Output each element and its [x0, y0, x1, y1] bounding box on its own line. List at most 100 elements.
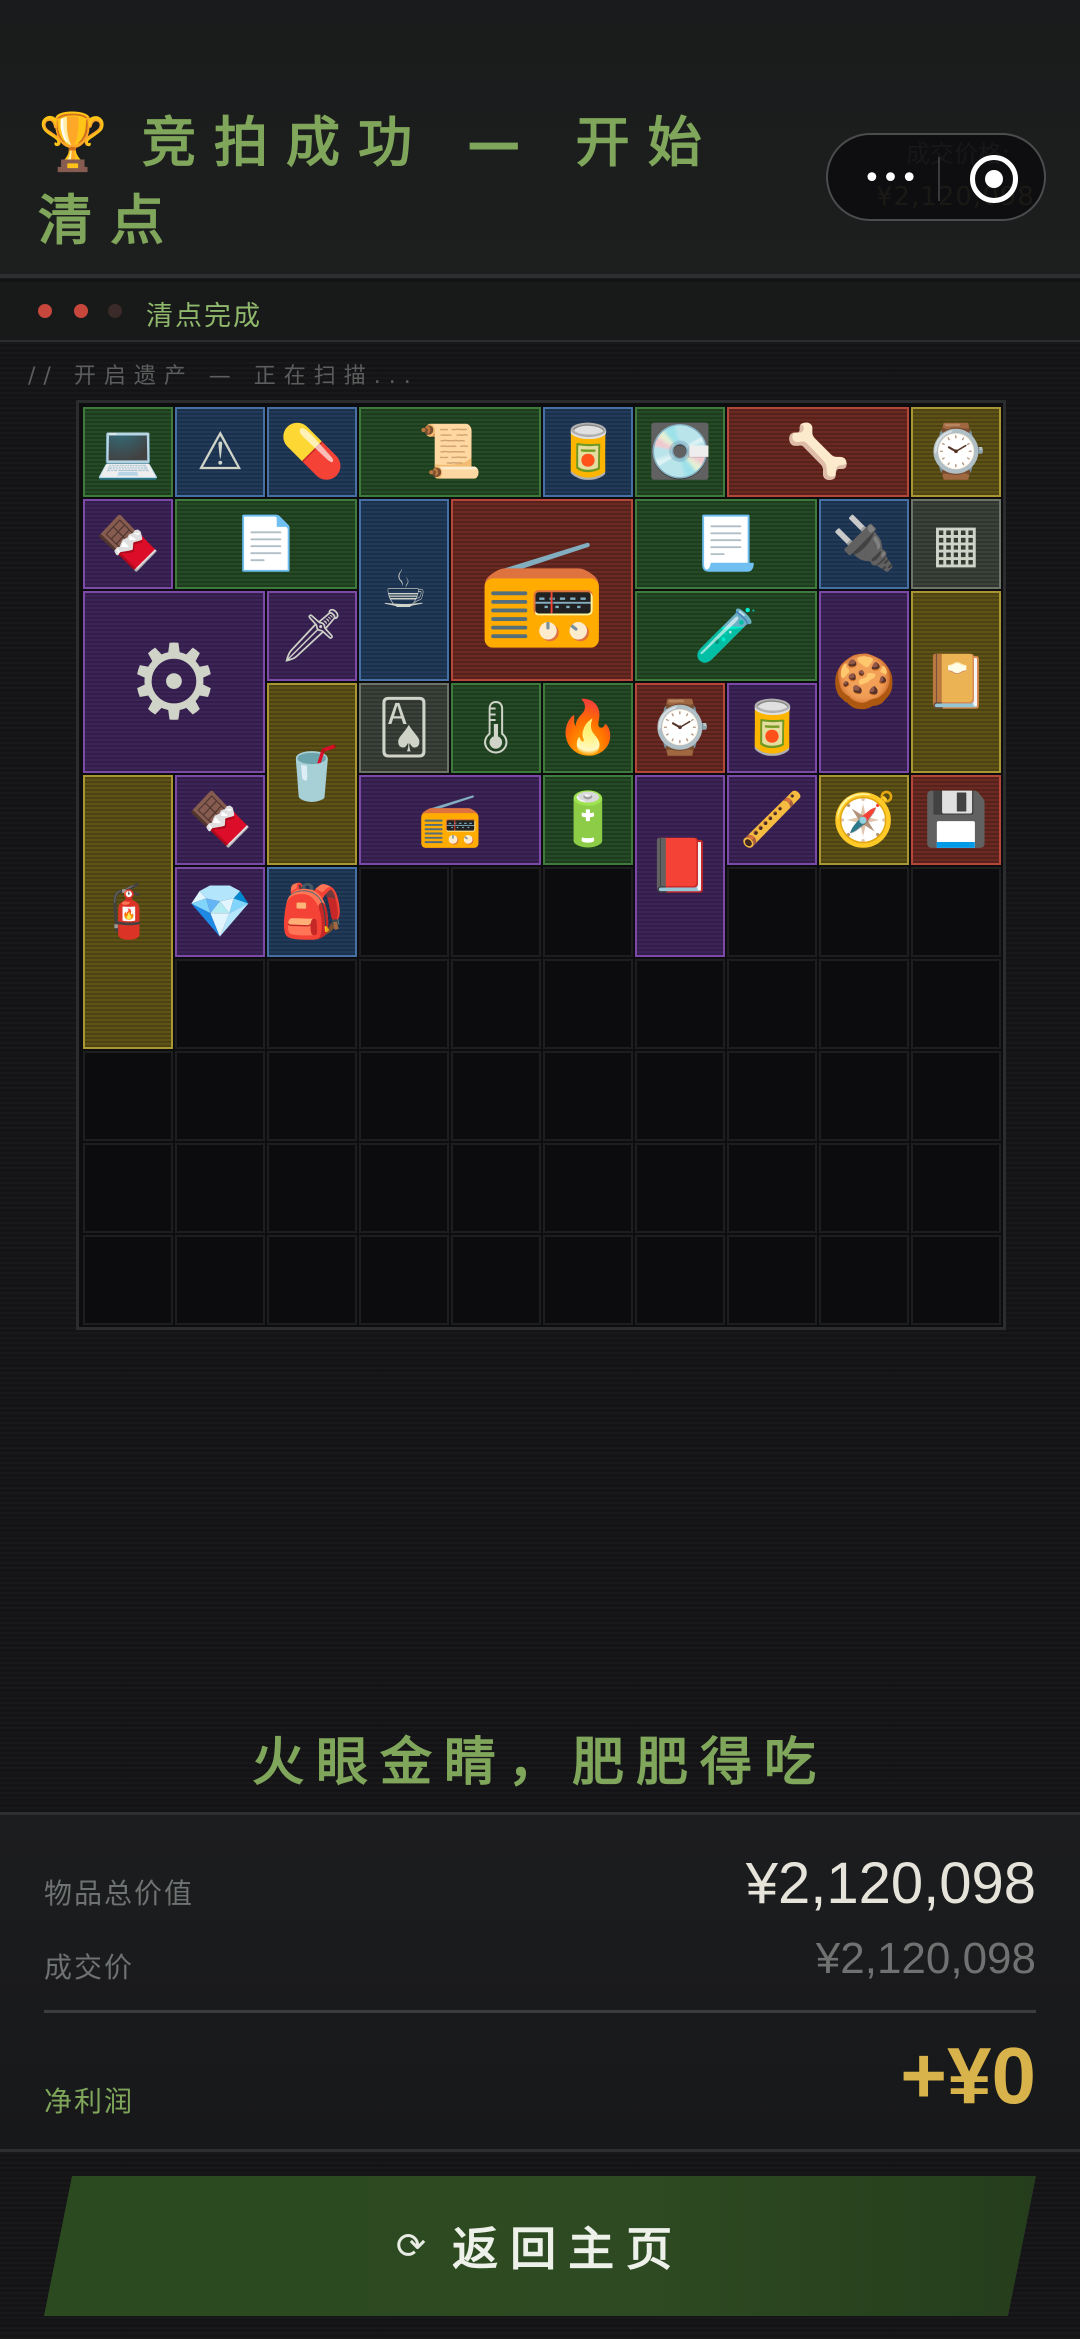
- item-lighter[interactable]: 🔥: [543, 683, 633, 773]
- item-blender[interactable]: 🥤: [267, 683, 357, 865]
- energy-bar-icon: 🍫: [95, 514, 161, 574]
- item-warning-sign[interactable]: ⚠: [175, 407, 265, 497]
- earrings-icon: 💎: [187, 882, 253, 942]
- black-tide-book-icon: 📕: [647, 836, 713, 896]
- item-playing-card[interactable]: 🂡: [359, 683, 449, 773]
- grid-cell: [543, 1051, 633, 1141]
- laptop-icon: 💻: [95, 422, 161, 482]
- item-ration-pack[interactable]: 🎒: [267, 867, 357, 957]
- item-incubator[interactable]: ⚙: [83, 591, 265, 773]
- item-earrings[interactable]: 💎: [175, 867, 265, 957]
- refresh-icon: ⟳: [395, 2225, 427, 2267]
- grid-cell: [267, 1235, 357, 1325]
- item-glass-tube[interactable]: 🧪: [635, 591, 817, 681]
- item-retro-radio[interactable]: 📻: [451, 499, 633, 681]
- total-value: ¥2,120,098: [745, 1851, 1036, 1916]
- grid-cell: [83, 1143, 173, 1233]
- item-ram-tray[interactable]: ▦: [911, 499, 1001, 589]
- grid-cell: [175, 1235, 265, 1325]
- slogan: 火眼金睛，肥肥得吃: [251, 1733, 828, 1793]
- claw-icon: 🦴: [785, 422, 851, 482]
- hard-drive-icon: 💽: [647, 422, 713, 482]
- status-led-3: [108, 304, 122, 318]
- grid-cell: [359, 1235, 449, 1325]
- grid-cell: [819, 867, 909, 957]
- item-protein-bar[interactable]: 🍫: [175, 775, 265, 865]
- item-gingerbread-man[interactable]: 🍪: [819, 591, 909, 773]
- leather-journal-icon: 📔: [923, 652, 989, 712]
- item-boombox[interactable]: 📻: [359, 775, 541, 865]
- grid-cell: [727, 1051, 817, 1141]
- moka-pot-icon: ☕: [380, 560, 428, 620]
- grid-cell: [819, 1143, 909, 1233]
- item-spear-tip[interactable]: 🗡: [267, 591, 357, 681]
- ram-tray-icon: ▦: [931, 514, 981, 574]
- grid-cell: [819, 959, 909, 1049]
- summary-divider: [44, 2010, 1036, 2013]
- item-black-tide-book[interactable]: 📕: [635, 775, 725, 957]
- grid-cell: [727, 1235, 817, 1325]
- item-energy-drink[interactable]: 🥫: [727, 683, 817, 773]
- deal-price-value: ¥2,120,098: [815, 1934, 1036, 1983]
- grid-cell: [635, 1051, 725, 1141]
- energy-drink-icon: 🥫: [739, 698, 805, 758]
- item-power-adapter[interactable]: 🔌: [819, 499, 909, 589]
- item-thermometer[interactable]: 🌡: [451, 683, 541, 773]
- item-claw[interactable]: 🦴: [727, 407, 909, 497]
- grid-cell: [267, 959, 357, 1049]
- grid-cell: [451, 1235, 541, 1325]
- item-laptop[interactable]: 💻: [83, 407, 173, 497]
- item-compass[interactable]: 🧭: [819, 775, 909, 865]
- grid-cell: [451, 867, 541, 957]
- grid-cell: [175, 1143, 265, 1233]
- item-oxygen-tank[interactable]: 🧯: [83, 775, 173, 1049]
- grid-cell: [175, 1051, 265, 1141]
- item-hard-drive[interactable]: 💽: [635, 407, 725, 497]
- grid-cell: [359, 1051, 449, 1141]
- capsule-divider: [938, 157, 940, 201]
- playing-card-icon: 🂡: [377, 698, 431, 758]
- more-icon[interactable]: •••: [856, 159, 926, 199]
- item-document[interactable]: 📄: [175, 499, 357, 589]
- grid-cell: [911, 1143, 1001, 1233]
- status-led-2: [74, 304, 88, 318]
- item-moka-pot[interactable]: ☕: [359, 499, 449, 681]
- total-value-label: 物品总价值: [44, 1877, 195, 1910]
- grid-cell: [451, 1143, 541, 1233]
- item-battery[interactable]: 🔋: [543, 775, 633, 865]
- incubator-icon: ⚙: [127, 621, 221, 743]
- item-pill-bottle[interactable]: 💊: [267, 407, 357, 497]
- item-note-paper[interactable]: 📃: [635, 499, 817, 589]
- item-flute[interactable]: 🪈: [727, 775, 817, 865]
- item-gold-watch-case[interactable]: ⌚: [911, 407, 1001, 497]
- grid-cell: [543, 959, 633, 1049]
- back-home-button[interactable]: ⟳ 返回主页: [44, 2176, 1036, 2316]
- grid-cell: [543, 1235, 633, 1325]
- grid-cell: [83, 1051, 173, 1141]
- status-text: 清点完成: [146, 301, 262, 332]
- grid-cell: [451, 1051, 541, 1141]
- power-adapter-icon: 🔌: [831, 514, 897, 574]
- item-usb-drive[interactable]: 💾: [911, 775, 1001, 865]
- net-profit-value: +¥0: [900, 2031, 1036, 2120]
- flute-icon: 🪈: [739, 790, 805, 850]
- mini-program-capsule: •••: [826, 133, 1046, 221]
- gingerbread-man-icon: 🍪: [831, 652, 897, 712]
- item-cola-can[interactable]: 🥫: [543, 407, 633, 497]
- grid-cell: [83, 1235, 173, 1325]
- back-home-label: 返回主页: [452, 2222, 685, 2276]
- grid-cell: [175, 959, 265, 1049]
- status-led-1: [38, 304, 52, 318]
- lighter-icon: 🔥: [555, 698, 621, 758]
- close-icon[interactable]: [970, 155, 1018, 203]
- gold-watch-case-icon: ⌚: [923, 422, 989, 482]
- net-profit-label: 净利润: [44, 2085, 135, 2118]
- battery-icon: 🔋: [555, 790, 621, 850]
- grid-cell: [359, 867, 449, 957]
- document-icon: 📄: [233, 514, 299, 574]
- item-energy-bar[interactable]: 🍫: [83, 499, 173, 589]
- item-leather-journal[interactable]: 📔: [911, 591, 1001, 773]
- item-wristwatch[interactable]: ⌚: [635, 683, 725, 773]
- item-old-map[interactable]: 📜: [359, 407, 541, 497]
- grid-cell: [359, 959, 449, 1049]
